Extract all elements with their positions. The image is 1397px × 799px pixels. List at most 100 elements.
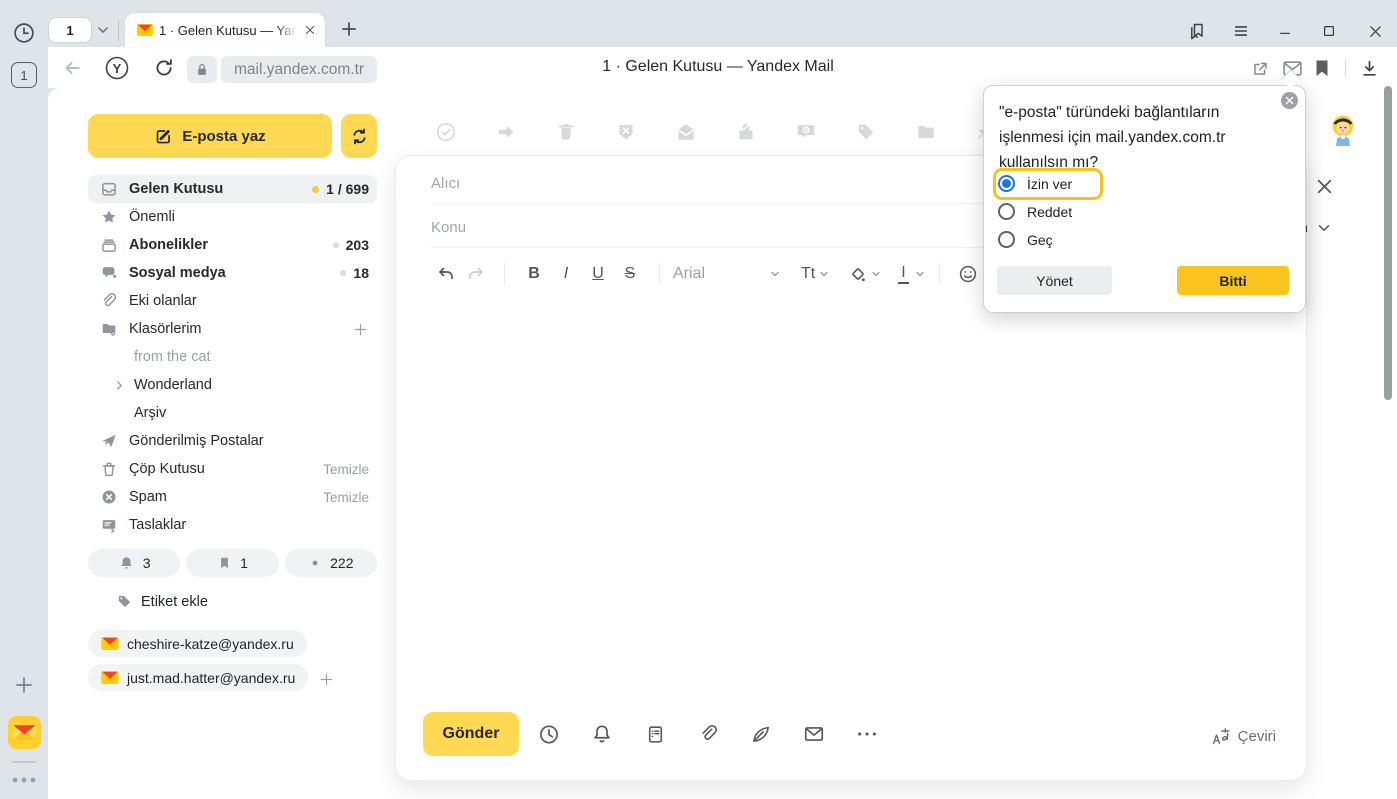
- dot-icon: [308, 556, 322, 570]
- account-cheshire[interactable]: cheshire-katze@yandex.ru: [88, 630, 307, 657]
- font-size-button[interactable]: Tt: [801, 265, 815, 283]
- message-body[interactable]: [431, 296, 1276, 690]
- yandex-home-button[interactable]: Y: [104, 55, 130, 81]
- yandex-mail-favicon: [137, 24, 153, 36]
- font-size-chevron[interactable]: [818, 268, 830, 280]
- folder-spam[interactable]: Spam Temizle: [88, 483, 377, 511]
- add-account-button[interactable]: [317, 670, 337, 690]
- minimize-button[interactable]: [1270, 16, 1300, 46]
- highlight-diamond-icon: [848, 264, 868, 284]
- close-compose-button[interactable]: [1312, 174, 1336, 198]
- toolbar-separator: [939, 263, 940, 285]
- new-tab-button[interactable]: [338, 18, 360, 40]
- folder-my-folders[interactable]: Klasörlerim: [88, 315, 377, 343]
- folder-archive[interactable]: Arşiv: [88, 399, 377, 427]
- folder-with-attachments[interactable]: Eki olanlar: [88, 287, 377, 315]
- folder-from-the-cat[interactable]: from the cat: [88, 343, 377, 371]
- folder-sent[interactable]: Gönderilmiş Postalar: [88, 427, 377, 455]
- more-options-button[interactable]: [856, 723, 878, 745]
- back-button[interactable]: [60, 56, 84, 80]
- refresh-button[interactable]: [152, 56, 176, 80]
- delete-button[interactable]: [555, 121, 577, 143]
- sidebar-add-button[interactable]: [13, 674, 35, 696]
- done-button[interactable]: Bitti: [1177, 266, 1289, 295]
- bookmark-page-button[interactable]: [1311, 57, 1333, 79]
- select-all-button[interactable]: [435, 121, 457, 143]
- move-to-folder-button[interactable]: [915, 121, 937, 143]
- font-family-select[interactable]: Arial: [673, 265, 769, 283]
- refresh-mail-button[interactable]: [341, 114, 377, 158]
- text-color-chevron[interactable]: [914, 268, 926, 280]
- trash-icon: [555, 121, 577, 143]
- folder-social[interactable]: Sosyal medya 18: [88, 259, 377, 287]
- add-folder-button[interactable]: [352, 321, 369, 338]
- history-button[interactable]: [11, 20, 37, 46]
- address-bar[interactable]: mail.yandex.com.tr: [221, 56, 377, 83]
- font-family-chevron[interactable]: [769, 268, 781, 280]
- user-avatar[interactable]: [1328, 113, 1358, 149]
- radio-deny[interactable]: Reddet: [998, 203, 1072, 220]
- schedule-send-button[interactable]: [538, 723, 560, 745]
- message-toolbar: [435, 121, 997, 143]
- redo-button[interactable]: [461, 264, 491, 284]
- tab-group-badge[interactable]: 1: [48, 17, 92, 43]
- send-button[interactable]: Gönder: [423, 712, 519, 756]
- radio-allow[interactable]: İzin ver: [998, 175, 1072, 192]
- browser-menu-button[interactable]: [1226, 16, 1256, 46]
- attach-file-button[interactable]: [697, 723, 719, 745]
- tab-close-icon[interactable]: [303, 23, 317, 37]
- forward-button[interactable]: [495, 121, 517, 143]
- strikethrough-button[interactable]: S: [614, 265, 646, 283]
- italic-button[interactable]: I: [550, 265, 582, 283]
- bookmarks-badge[interactable]: 1: [186, 549, 278, 577]
- template-button[interactable]: [644, 723, 666, 745]
- maximize-button[interactable]: [1314, 16, 1344, 46]
- compose-email-button[interactable]: E-posta yaz: [88, 114, 332, 158]
- empty-trash-button[interactable]: Temizle: [323, 462, 369, 477]
- folder-drafts[interactable]: Taslaklar: [88, 511, 377, 539]
- chevron-right-icon[interactable]: [112, 378, 127, 393]
- tab-group-chevron-button[interactable]: [94, 21, 112, 39]
- unread-badge[interactable]: 222: [285, 549, 377, 577]
- side-panels-button[interactable]: [1182, 16, 1212, 46]
- manage-button[interactable]: Yönet: [997, 266, 1112, 295]
- envelope-options-button[interactable]: [803, 723, 825, 745]
- mark-spam-button[interactable]: [615, 121, 637, 143]
- reminders-badge[interactable]: 3: [88, 549, 180, 577]
- mark-read-button[interactable]: [675, 121, 697, 143]
- mute-button[interactable]: [735, 121, 757, 143]
- undo-button[interactable]: [431, 264, 461, 284]
- site-security-button[interactable]: [187, 56, 217, 83]
- popup-close-button[interactable]: [1281, 92, 1298, 109]
- emoji-button[interactable]: [953, 264, 983, 284]
- translate-button[interactable]: Çeviri: [1211, 726, 1276, 746]
- share-button[interactable]: [1248, 57, 1271, 80]
- folder-important[interactable]: Önemli: [88, 203, 377, 231]
- empty-spam-button[interactable]: Temizle: [323, 490, 369, 505]
- sidebar-more-button[interactable]: [10, 773, 38, 787]
- add-tag-button[interactable]: Etiket ekle: [116, 593, 377, 610]
- remind-later-button[interactable]: [795, 121, 817, 143]
- highlight-color-chevron[interactable]: [870, 268, 882, 280]
- collapse-compose-button[interactable]: [1313, 217, 1335, 239]
- active-tab[interactable]: 1 · Gelen Kutusu — Yand: [125, 13, 325, 47]
- folder-subscriptions[interactable]: Abonelikler 203: [88, 231, 377, 259]
- folder-wonderland[interactable]: Wonderland: [88, 371, 377, 399]
- downloads-button[interactable]: [1357, 56, 1381, 80]
- bold-button[interactable]: B: [518, 265, 550, 283]
- radio-skip[interactable]: Geç: [998, 231, 1053, 248]
- folder-trash[interactable]: Çöp Kutusu Temizle: [88, 455, 377, 483]
- yandex-mail-app-shortcut[interactable]: [8, 716, 41, 749]
- close-window-button[interactable]: [1360, 16, 1390, 46]
- side-tab-badge[interactable]: 1: [11, 62, 37, 88]
- pen-signature-button[interactable]: [750, 723, 772, 745]
- text-color-button[interactable]: I: [898, 264, 908, 284]
- page-scrollbar-thumb[interactable]: [1384, 86, 1392, 400]
- bookmark-icon: [1314, 59, 1330, 77]
- highlight-color-button[interactable]: [848, 264, 868, 284]
- label-button[interactable]: [855, 121, 877, 143]
- folder-inbox[interactable]: Gelen Kutusu 1 / 699: [88, 175, 377, 203]
- underline-button[interactable]: U: [582, 265, 614, 283]
- account-mad-hatter[interactable]: just.mad.hatter@yandex.ru: [88, 664, 308, 691]
- notify-button[interactable]: [591, 723, 613, 745]
